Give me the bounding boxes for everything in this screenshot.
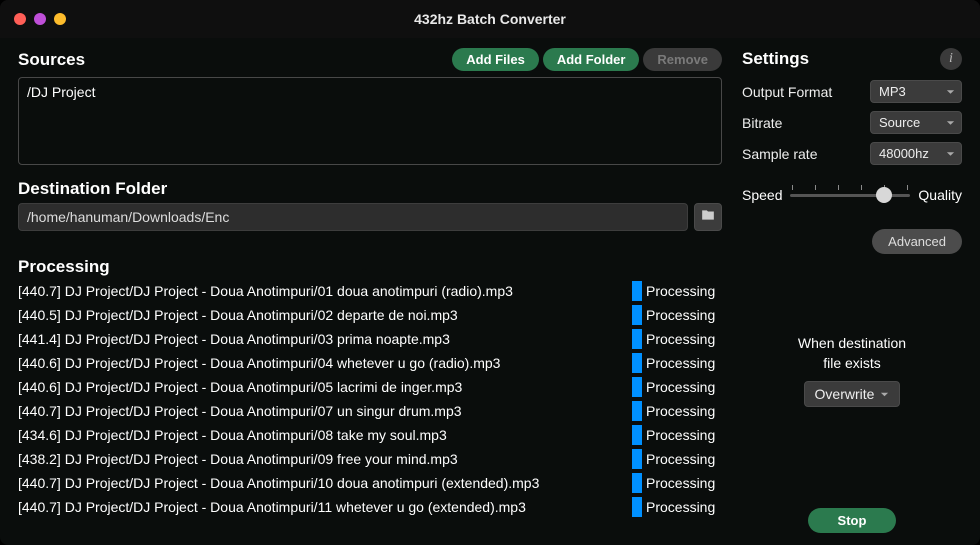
progress-bar xyxy=(632,401,642,421)
processing-row: [440.7] DJ Project/DJ Project - Doua Ano… xyxy=(18,471,722,495)
processing-row: [434.6] DJ Project/DJ Project - Doua Ano… xyxy=(18,423,722,447)
processing-filename: [440.7] DJ Project/DJ Project - Doua Ano… xyxy=(18,283,628,299)
progress-bar xyxy=(632,281,642,301)
processing-filename: [440.5] DJ Project/DJ Project - Doua Ano… xyxy=(18,307,628,323)
processing-status: Processing xyxy=(646,355,722,371)
advanced-button[interactable]: Advanced xyxy=(872,229,962,254)
output-format-label: Output Format xyxy=(742,84,832,100)
stop-button[interactable]: Stop xyxy=(808,508,897,533)
chevron-down-icon xyxy=(946,115,955,130)
processing-title: Processing xyxy=(18,257,722,277)
processing-status: Processing xyxy=(646,403,722,419)
destination-input[interactable] xyxy=(18,203,688,231)
processing-status: Processing xyxy=(646,427,722,443)
progress-bar xyxy=(632,449,642,469)
processing-status: Processing xyxy=(646,475,722,491)
processing-row: [440.6] DJ Project/DJ Project - Doua Ano… xyxy=(18,351,722,375)
processing-row: [440.6] DJ Project/DJ Project - Doua Ano… xyxy=(18,375,722,399)
processing-filename: [441.4] DJ Project/DJ Project - Doua Ano… xyxy=(18,331,628,347)
maximize-button[interactable] xyxy=(54,13,66,25)
processing-status: Processing xyxy=(646,499,722,515)
progress-bar xyxy=(632,329,642,349)
processing-filename: [440.6] DJ Project/DJ Project - Doua Ano… xyxy=(18,379,628,395)
close-button[interactable] xyxy=(14,13,26,25)
processing-filename: [434.6] DJ Project/DJ Project - Doua Ano… xyxy=(18,427,628,443)
window-controls xyxy=(0,13,66,25)
processing-status: Processing xyxy=(646,379,722,395)
processing-status: Processing xyxy=(646,331,722,347)
browse-folder-button[interactable] xyxy=(694,203,722,231)
sample-rate-select[interactable]: 48000hz xyxy=(870,142,962,165)
add-files-button[interactable]: Add Files xyxy=(452,48,539,71)
progress-bar xyxy=(632,305,642,325)
processing-filename: [440.7] DJ Project/DJ Project - Doua Ano… xyxy=(18,475,628,491)
slider-left-label: Speed xyxy=(742,187,782,203)
processing-row: [440.5] DJ Project/DJ Project - Doua Ano… xyxy=(18,303,722,327)
bitrate-select[interactable]: Source xyxy=(870,111,962,134)
processing-status: Processing xyxy=(646,307,722,323)
minimize-button[interactable] xyxy=(34,13,46,25)
processing-filename: [438.2] DJ Project/DJ Project - Doua Ano… xyxy=(18,451,628,467)
progress-bar xyxy=(632,425,642,445)
progress-bar xyxy=(632,353,642,373)
progress-bar xyxy=(632,377,642,397)
remove-button[interactable]: Remove xyxy=(643,48,722,71)
progress-bar xyxy=(632,497,642,517)
processing-list: [440.7] DJ Project/DJ Project - Doua Ano… xyxy=(18,279,722,533)
chevron-down-icon xyxy=(946,146,955,161)
processing-row: [440.7] DJ Project/DJ Project - Doua Ano… xyxy=(18,399,722,423)
processing-row: [440.7] DJ Project/DJ Project - Doua Ano… xyxy=(18,495,722,519)
processing-row: [440.7] DJ Project/DJ Project - Doua Ano… xyxy=(18,279,722,303)
processing-filename: [440.7] DJ Project/DJ Project - Doua Ano… xyxy=(18,499,628,515)
sample-rate-label: Sample rate xyxy=(742,146,817,162)
processing-status: Processing xyxy=(646,451,722,467)
window-title: 432hz Batch Converter xyxy=(0,11,980,27)
speed-quality-slider[interactable] xyxy=(790,194,910,197)
chevron-down-icon xyxy=(946,84,955,99)
info-button[interactable]: i xyxy=(940,48,962,70)
slider-thumb[interactable] xyxy=(876,187,892,203)
processing-row: [441.4] DJ Project/DJ Project - Doua Ano… xyxy=(18,327,722,351)
add-folder-button[interactable]: Add Folder xyxy=(543,48,640,71)
sources-title: Sources xyxy=(18,50,85,70)
folder-icon xyxy=(701,208,715,227)
settings-title: Settings xyxy=(742,49,809,69)
sources-list[interactable]: /DJ Project xyxy=(18,77,722,165)
output-format-select[interactable]: MP3 xyxy=(870,80,962,103)
processing-filename: [440.6] DJ Project/DJ Project - Doua Ano… xyxy=(18,355,628,371)
destination-exists-select[interactable]: Overwrite xyxy=(804,381,901,407)
source-item[interactable]: /DJ Project xyxy=(27,84,713,100)
titlebar: 432hz Batch Converter xyxy=(0,0,980,38)
processing-filename: [440.7] DJ Project/DJ Project - Doua Ano… xyxy=(18,403,628,419)
slider-right-label: Quality xyxy=(918,187,962,203)
progress-bar xyxy=(632,473,642,493)
destination-exists-label: When destination file exists xyxy=(742,334,962,373)
processing-row: [438.2] DJ Project/DJ Project - Doua Ano… xyxy=(18,447,722,471)
chevron-down-icon xyxy=(880,386,889,402)
info-icon: i xyxy=(949,51,953,67)
processing-status: Processing xyxy=(646,283,722,299)
destination-title: Destination Folder xyxy=(18,179,722,199)
bitrate-label: Bitrate xyxy=(742,115,782,131)
